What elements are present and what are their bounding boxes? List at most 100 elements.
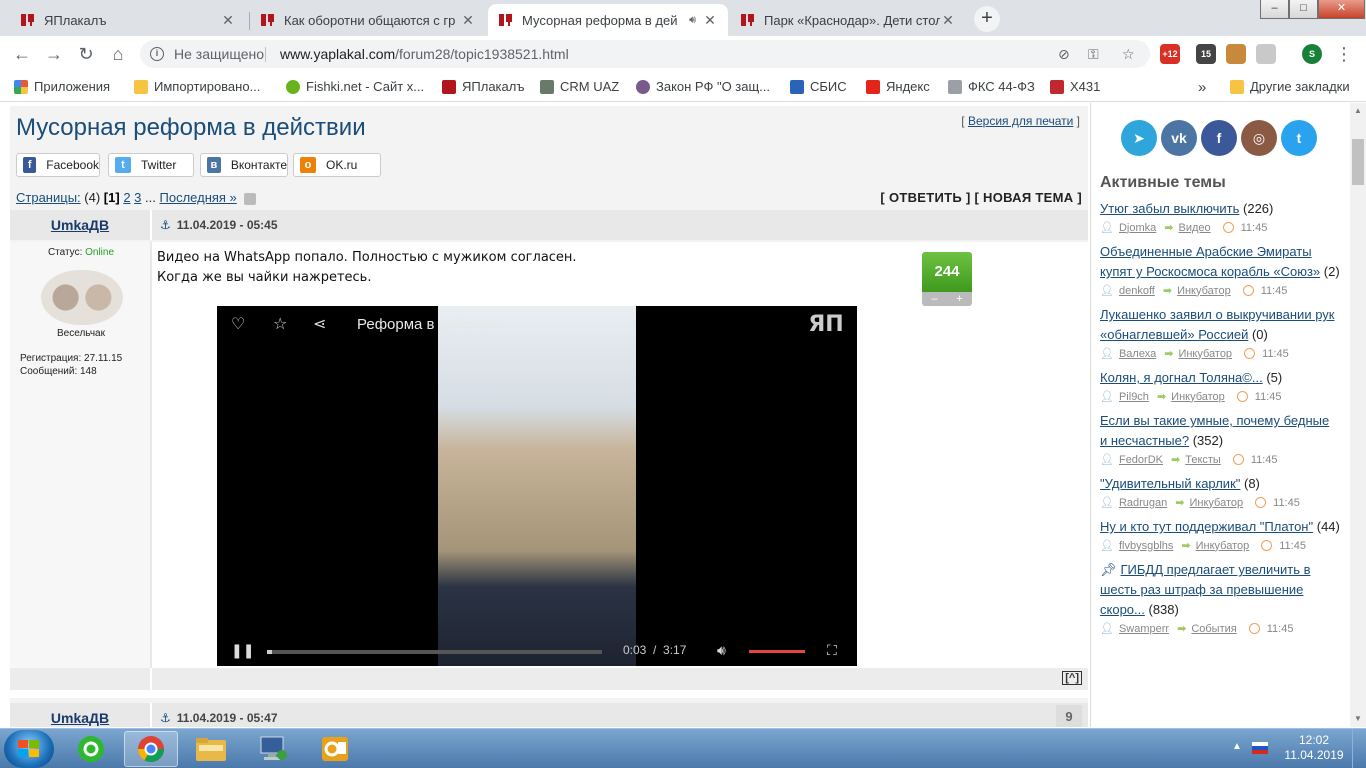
scrollbar-thumb[interactable] xyxy=(1352,139,1364,185)
topic-section-link[interactable]: Инкубатор xyxy=(1196,540,1250,552)
share-facebook-button[interactable]: f Facebook xyxy=(16,153,100,177)
topic-section-link[interactable]: Тексты xyxy=(1185,454,1221,466)
post-author-link[interactable]: UmkaДВ xyxy=(51,710,109,726)
taskbar-clock[interactable]: 12:02 11.04.2019 xyxy=(1284,733,1344,763)
bookmark-x431[interactable]: X431 xyxy=(1050,79,1100,94)
bookmark-yandex[interactable]: Яндекс xyxy=(866,79,930,94)
taskbar-outlook[interactable] xyxy=(308,731,362,767)
avatar[interactable] xyxy=(41,270,123,325)
tab-3[interactable]: Парк «Краснодар». Дети стол ✕ xyxy=(730,4,966,36)
tab-close-icon[interactable]: ✕ xyxy=(460,12,476,29)
topic-link[interactable]: "Удивительный карлик" xyxy=(1100,476,1240,491)
topic-link[interactable]: Колян, я догнал Толяна©... xyxy=(1100,370,1263,385)
topic-section-link[interactable]: Видео xyxy=(1178,222,1210,234)
info-icon[interactable]: i xyxy=(150,47,164,61)
profile-avatar[interactable]: S xyxy=(1302,44,1322,64)
pager-dropdown-icon[interactable] xyxy=(244,192,257,205)
close-window-button[interactable]: ✕ xyxy=(1318,0,1365,19)
key-icon[interactable]: ⚿ xyxy=(1088,46,1099,63)
tray-expand-arrow-icon[interactable]: ▲ xyxy=(1232,741,1242,752)
taskbar-network-app[interactable] xyxy=(246,731,300,767)
bookmark-crm-uaz[interactable]: CRM UAZ xyxy=(540,79,619,94)
menu-dots-icon[interactable]: ⋮ xyxy=(1332,42,1356,66)
topic-user-link[interactable]: denkoff xyxy=(1119,285,1155,297)
tab-close-icon[interactable]: ✕ xyxy=(220,12,236,29)
page-link-2[interactable]: 2 xyxy=(123,190,130,205)
reply-button[interactable]: [ ОТВЕТИТЬ ] xyxy=(880,190,970,205)
share-twitter-button[interactable]: t Twitter xyxy=(108,153,194,177)
fullscreen-icon[interactable]: ⛶ xyxy=(827,642,837,659)
new-topic-button[interactable]: [ НОВАЯ ТЕМА ] xyxy=(975,190,1083,205)
bookmark-imported[interactable]: Импортировано... xyxy=(134,79,260,94)
rating-minus-button[interactable]: – xyxy=(931,292,937,306)
scroll-to-top-button[interactable]: [^] xyxy=(1062,671,1082,685)
video-progress-bar[interactable] xyxy=(267,650,602,654)
bookmarks-overflow-chevron-icon[interactable]: » xyxy=(1198,79,1206,96)
bookmark-star-icon[interactable]: ☆ xyxy=(1122,46,1135,63)
topic-link[interactable]: Лукашенко заявил о выкручивании рук «обн… xyxy=(1100,307,1334,342)
topic-user-link[interactable]: Swamperr xyxy=(1119,623,1169,635)
video-player[interactable]: ♡ ☆ ⋖ Реформа в действии ЯП ❚❚ 0:03 / 3:… xyxy=(217,306,857,666)
post-author-link[interactable]: UmkaДВ xyxy=(51,217,109,233)
topic-user-link[interactable]: FedorDK xyxy=(1119,454,1163,466)
topic-user-link[interactable]: Radrugan xyxy=(1119,497,1167,509)
taskbar-explorer[interactable] xyxy=(184,731,238,767)
anchor-icon[interactable]: ⚓︎ xyxy=(160,711,171,725)
topic-link[interactable]: Утюг забыл выключить xyxy=(1100,201,1239,216)
topic-link[interactable]: Объединенные Арабские Эмираты купят у Ро… xyxy=(1100,244,1320,279)
bookmark-zakon[interactable]: Закон РФ "О защ... xyxy=(636,79,770,94)
pager-label[interactable]: Страницы: xyxy=(16,190,81,205)
back-arrow-icon[interactable]: ← xyxy=(10,42,34,66)
topic-user-link[interactable]: flvbysgblhs xyxy=(1119,540,1173,552)
bookmark-other[interactable]: Другие закладки xyxy=(1230,79,1350,94)
topic-link[interactable]: ГИБДД предлагает увеличить в шесть раз ш… xyxy=(1100,562,1311,617)
vk-icon[interactable]: vk xyxy=(1161,120,1197,156)
topic-link[interactable]: Ну и кто тут поддерживал "Платон" xyxy=(1100,519,1313,534)
bookmark-fks[interactable]: ФКС 44-ФЗ xyxy=(948,79,1035,94)
taskbar-chrome[interactable] xyxy=(124,731,178,767)
topic-section-link[interactable]: Инкубатор xyxy=(1190,497,1244,509)
page-link-3[interactable]: 3 xyxy=(134,190,141,205)
topic-section-link[interactable]: Инкубатор xyxy=(1171,391,1225,403)
facebook-icon[interactable]: f xyxy=(1201,120,1237,156)
tab-close-icon[interactable]: ✕ xyxy=(940,12,956,29)
pause-icon[interactable]: ❚❚ xyxy=(231,642,254,659)
home-icon[interactable]: ⌂ xyxy=(106,42,130,66)
twitter-icon[interactable]: t xyxy=(1281,120,1317,156)
bookmark-yaplakal[interactable]: ЯПлакалъ xyxy=(442,79,524,94)
scroll-down-arrow-icon[interactable]: ▼ xyxy=(1350,711,1366,727)
topic-user-link[interactable]: Djomka xyxy=(1119,222,1156,234)
tab-close-icon[interactable]: ✕ xyxy=(702,12,718,29)
share-ok-button[interactable]: о OK.ru xyxy=(293,153,381,177)
show-desktop-button[interactable] xyxy=(1352,729,1366,768)
instagram-icon[interactable]: ◎ xyxy=(1241,120,1277,156)
audio-playing-icon[interactable]: 🔊︎ xyxy=(689,14,696,27)
blocked-content-icon[interactable]: ⊘ xyxy=(1058,46,1070,63)
print-version-link[interactable]: Версия для печати xyxy=(968,114,1073,128)
bookmark-apps[interactable]: Приложения xyxy=(14,79,110,94)
topic-section-link[interactable]: Инкубатор xyxy=(1177,285,1231,297)
reload-icon[interactable]: ↻ xyxy=(74,42,98,66)
topic-user-link[interactable]: Валеха xyxy=(1119,348,1156,360)
star-icon[interactable]: ☆ xyxy=(273,314,287,334)
topic-user-link[interactable]: Pil9ch xyxy=(1119,391,1149,403)
language-flag-icon[interactable] xyxy=(1252,742,1268,754)
address-bar[interactable]: i Не защищено www.yaplakal.com/forum28/t… xyxy=(140,40,1150,68)
extension-badge-icon[interactable]: +12 xyxy=(1160,44,1180,64)
abp-extension-icon[interactable]: 15 xyxy=(1196,44,1216,64)
bookmark-fishki[interactable]: Fishki.net - Сайт х... xyxy=(286,79,424,94)
volume-slider[interactable] xyxy=(749,650,805,653)
rating-plus-button[interactable]: + xyxy=(956,292,962,306)
anchor-icon[interactable]: ⚓︎ xyxy=(160,218,171,232)
url-text[interactable]: www.yaplakal.com/forum28/topic1938521.ht… xyxy=(280,46,569,62)
share-icon[interactable]: ⋖ xyxy=(313,314,326,334)
page-scrollbar[interactable]: ▲ ▼ xyxy=(1350,103,1366,727)
share-vk-button[interactable]: в Вконтакте xyxy=(200,153,288,177)
topic-section-link[interactable]: События xyxy=(1191,623,1236,635)
tab-1[interactable]: Как оборотни общаются с гр ✕ xyxy=(250,4,486,36)
new-tab-button[interactable]: + xyxy=(974,6,1000,32)
tab-0[interactable]: ЯПлакалъ ✕ xyxy=(10,4,246,36)
tab-2-active[interactable]: Мусорная реформа в дей 🔊︎ ✕ xyxy=(488,4,728,36)
last-page-link[interactable]: Последняя » xyxy=(160,190,237,205)
telegram-icon[interactable]: ➤ xyxy=(1121,120,1157,156)
